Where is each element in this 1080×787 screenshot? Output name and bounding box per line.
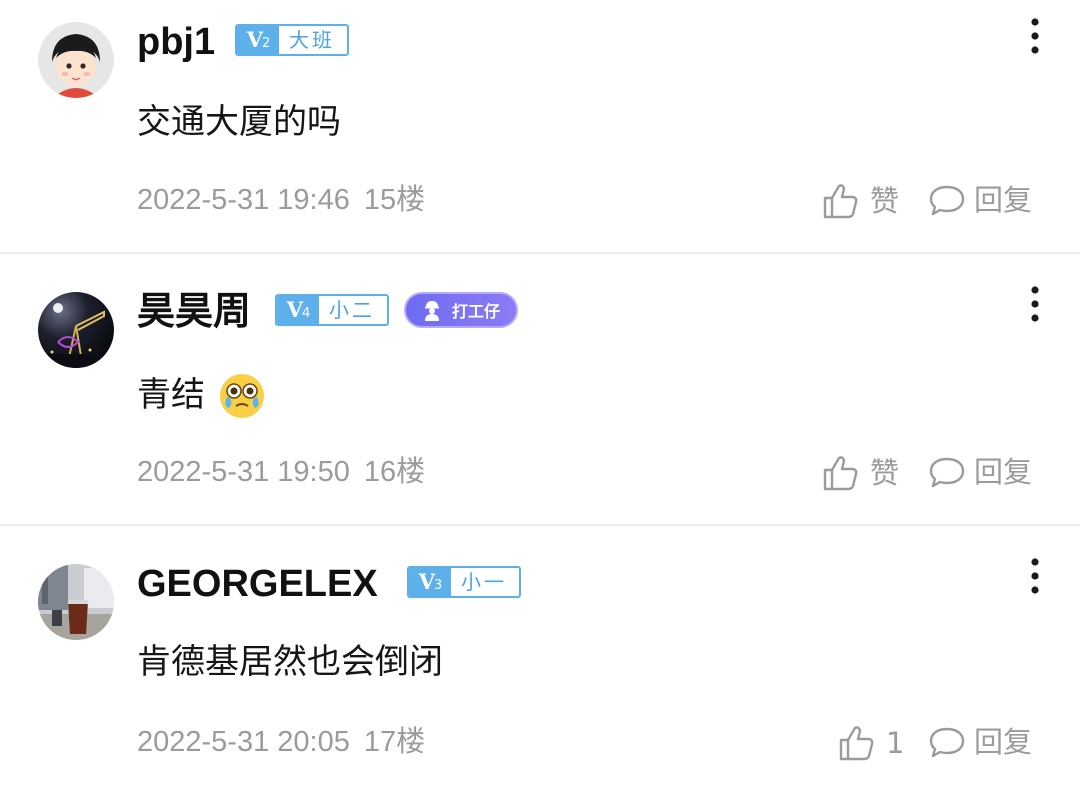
level-badge: V3 小一	[407, 566, 521, 598]
level-mark: V3	[409, 568, 451, 596]
comment-meta: 2022-5-31 20:05 17楼	[137, 724, 425, 760]
thumbs-up-icon	[823, 456, 858, 491]
level-mark: V2	[237, 26, 279, 54]
comment-text: 肯德基居然也会倒闭	[137, 640, 443, 684]
username[interactable]: GEORGELEX	[137, 562, 378, 606]
chat-bubble-icon	[929, 185, 965, 216]
crying-face-emoji-icon	[220, 374, 264, 418]
comment-body: 青结	[137, 375, 205, 415]
username[interactable]: 昊昊周	[137, 290, 251, 334]
like-button[interactable]: 赞	[822, 182, 899, 220]
comment-meta: 2022-5-31 19:50 16楼	[137, 454, 425, 490]
comment-date: 2022-5-31 19:46	[137, 184, 350, 216]
like-button[interactable]: 赞	[822, 454, 899, 492]
level-badge: V4 小二	[275, 294, 389, 326]
rank-label: 大班	[289, 28, 335, 52]
comment-item: pbj1 V2 大班 交通大厦的吗 2022-5-31 19:46 15楼 赞 回…	[0, 0, 1080, 252]
level-badge: V2 大班	[235, 24, 349, 56]
comment-meta: 2022-5-31 19:46 15楼	[137, 182, 425, 218]
reply-button[interactable]: 回复	[928, 724, 1032, 760]
floor-number: 16楼	[363, 456, 426, 488]
comment-body: 肯德基居然也会倒闭	[137, 642, 443, 682]
comment-date: 2022-5-31 20:05	[137, 726, 350, 758]
reply-button[interactable]: 回复	[928, 182, 1032, 218]
comment-text: 青结	[137, 370, 267, 420]
rank-label: 小一	[461, 570, 507, 594]
coffee-photo-avatar-icon	[38, 564, 114, 640]
chat-bubble-icon	[929, 727, 965, 758]
like-count: 1	[886, 726, 905, 760]
user-avatar[interactable]	[38, 22, 114, 98]
reply-label: 回复	[974, 725, 1033, 759]
title-badge-label: 打工仔	[452, 302, 501, 321]
thumbs-up-icon	[823, 184, 858, 219]
floor-number: 17楼	[363, 726, 426, 758]
user-avatar[interactable]	[38, 564, 114, 640]
username[interactable]: pbj1	[137, 20, 215, 64]
comment-item: GEORGELEX V3 小一 肯德基居然也会倒闭 2022-5-31 20:0…	[0, 526, 1080, 787]
more-options-icon[interactable]	[1020, 284, 1050, 324]
level-mark: V4	[277, 296, 319, 324]
comment-body: 交通大厦的吗	[137, 102, 341, 142]
title-badge: 打工仔	[404, 292, 519, 328]
comment-date: 2022-5-31 19:50	[137, 456, 350, 488]
comment-text: 交通大厦的吗	[137, 100, 341, 144]
reply-label: 回复	[974, 455, 1033, 489]
reply-label: 回复	[974, 183, 1033, 217]
worker-icon	[425, 301, 439, 321]
thumbs-up-icon	[839, 726, 874, 761]
like-button[interactable]: 1	[838, 724, 904, 762]
more-options-icon[interactable]	[1020, 16, 1050, 56]
night-crane-avatar-icon	[38, 292, 114, 368]
reply-button[interactable]: 回复	[928, 454, 1032, 490]
comment-item: 昊昊周 V4 小二 打工仔 青结 2022-5-31 19:50 16楼 赞 回…	[0, 254, 1080, 524]
user-avatar[interactable]	[38, 292, 114, 368]
like-label: 赞	[870, 456, 900, 490]
rank-label: 小二	[329, 298, 375, 322]
floor-number: 15楼	[363, 184, 426, 216]
chat-bubble-icon	[929, 457, 965, 488]
more-options-icon[interactable]	[1020, 556, 1050, 596]
like-label: 赞	[870, 184, 900, 218]
cartoon-boy-avatar-icon	[38, 22, 114, 98]
